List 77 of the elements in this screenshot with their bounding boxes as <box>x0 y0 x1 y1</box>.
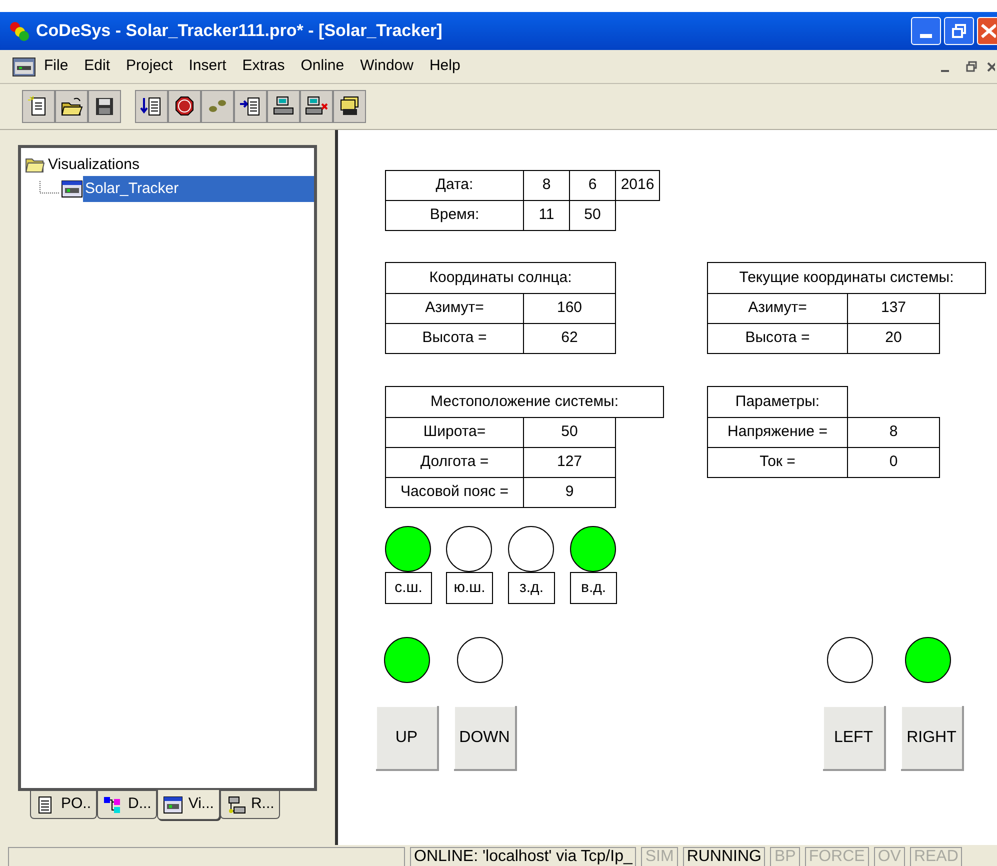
table-cell: 62 <box>523 323 616 354</box>
control-button[interactable]: LEFT <box>823 706 886 771</box>
control-button[interactable]: DOWN <box>454 706 517 771</box>
table-cell: Ток = <box>707 447 848 478</box>
tab-icon <box>163 796 184 814</box>
restore-icon <box>966 61 976 72</box>
toolbar-button[interactable] <box>88 90 121 123</box>
table-cell: Высота = <box>385 323 524 354</box>
visualization-icon <box>61 180 83 198</box>
control-button[interactable]: RIGHT <box>901 706 964 771</box>
table-cell: 2016 <box>615 170 660 201</box>
folder-stack-icon <box>338 95 361 118</box>
open-folder-icon <box>60 95 83 118</box>
table-header: Текущие координаты системы: <box>707 262 986 294</box>
save-icon <box>93 95 116 118</box>
menu-item[interactable]: Online <box>300 55 344 78</box>
object-tab[interactable]: R... <box>220 791 280 819</box>
table-cell: 0 <box>847 447 940 478</box>
arrow-document-icon <box>239 95 262 118</box>
table-header: Параметры: <box>707 386 848 418</box>
control-button[interactable]: UP <box>376 706 439 771</box>
toolbar-button[interactable] <box>22 90 55 123</box>
toolbar-button[interactable] <box>135 90 168 123</box>
toolbar-button[interactable] <box>55 90 88 123</box>
status-field: OV <box>874 847 905 866</box>
status-field: RUNNING <box>682 847 766 866</box>
app-logo-icon <box>8 20 30 42</box>
table-cell: 8 <box>847 417 940 448</box>
table-cell: Высота = <box>707 323 848 354</box>
table-cell: 20 <box>847 323 940 354</box>
lamp-label: з.д. <box>508 572 555 604</box>
object-tab[interactable]: Vi... <box>157 790 220 820</box>
menu-item[interactable]: Extras <box>242 55 285 78</box>
status-field: FORCE <box>804 847 869 866</box>
restore-button[interactable] <box>944 17 974 45</box>
table-header: Координаты солнца: <box>385 262 616 294</box>
menu-item[interactable]: Help <box>429 55 460 78</box>
menu-item[interactable]: File <box>44 55 68 78</box>
toolbar-button[interactable] <box>333 90 366 123</box>
lamp-label: с.ш. <box>385 572 432 604</box>
tree-item[interactable]: Visualizations <box>48 154 140 176</box>
table-cell: 50 <box>569 200 616 231</box>
toolbar-button[interactable] <box>300 90 333 123</box>
lamp-label: ю.ш. <box>446 572 493 604</box>
table-cell: Часовой пояс = <box>385 477 524 508</box>
toolbar-button[interactable] <box>168 90 201 123</box>
download-list-icon <box>140 95 163 118</box>
menu-item[interactable]: Edit <box>84 55 110 78</box>
object-tab[interactable]: PO.. <box>30 791 98 819</box>
table-header: Местоположение системы: <box>385 386 664 418</box>
table-cell: Время: <box>385 200 524 231</box>
folder-icon <box>25 157 45 173</box>
minimize-icon <box>920 34 932 38</box>
menu-item[interactable]: Insert <box>188 55 226 78</box>
status-field: BP <box>770 847 800 866</box>
tree-item[interactable]: Solar_Tracker <box>83 176 314 202</box>
document-window-icon <box>12 56 36 76</box>
status-field: ONLINE: 'localhost' via Tcp/Ip_ <box>410 847 636 866</box>
minimize-button[interactable] <box>911 17 941 45</box>
close-icon <box>987 62 995 72</box>
restore-icon <box>952 24 966 38</box>
toolbar-button[interactable] <box>234 90 267 123</box>
toolbar-button[interactable] <box>267 90 300 123</box>
close-button[interactable] <box>977 17 997 45</box>
table-cell: Дата: <box>385 170 524 201</box>
menu-item[interactable]: Window <box>360 55 414 78</box>
tab-icon <box>226 796 246 814</box>
lamp-label: в.д. <box>570 572 617 604</box>
menu-item[interactable]: Project <box>126 55 173 78</box>
status-field: READ <box>910 847 962 866</box>
window-title: CoDeSys - Solar_Tracker111.pro* - [Solar_Tracker] <box>36 20 442 42</box>
minimize-icon <box>941 70 949 72</box>
stop-sign-icon <box>173 95 196 118</box>
status-field: SIM <box>641 847 678 866</box>
object-tab[interactable]: D... <box>97 791 158 819</box>
table-cell: 9 <box>523 477 616 508</box>
close-icon <box>980 24 996 38</box>
